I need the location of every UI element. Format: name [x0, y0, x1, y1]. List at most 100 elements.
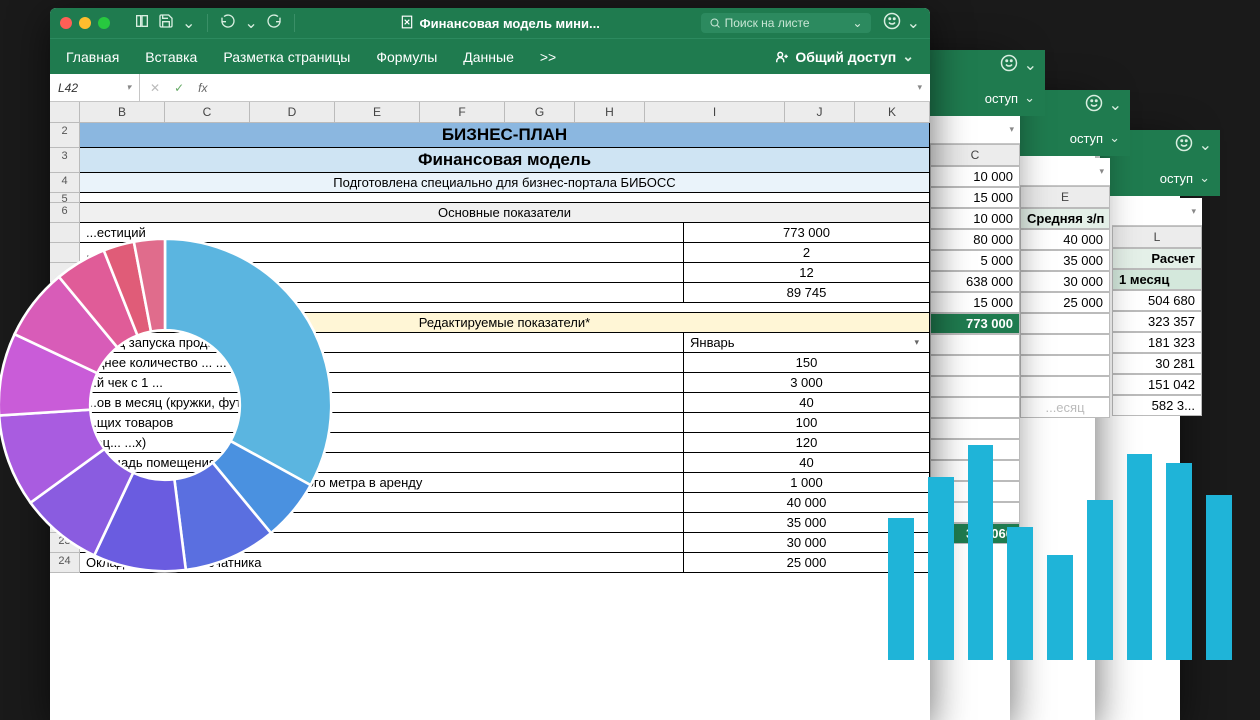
cell[interactable]: 5 000 [930, 250, 1020, 271]
cell[interactable]: 1 месяц [1112, 269, 1202, 290]
cell[interactable] [930, 355, 1020, 376]
column-header[interactable]: C [930, 144, 1020, 166]
cell[interactable]: 80 000 [930, 229, 1020, 250]
cell[interactable]: 504 680 [1112, 290, 1202, 311]
chevron-down-icon[interactable]: ⌄ [1199, 170, 1210, 186]
cell[interactable]: 15 000 [930, 187, 1020, 208]
column-header[interactable]: L [1112, 226, 1202, 248]
redo-icon[interactable] [266, 13, 282, 34]
column-header[interactable]: C [165, 102, 250, 122]
share-label[interactable]: оступ [1070, 131, 1103, 146]
chevron-down-icon[interactable]: ⌄ [853, 16, 863, 30]
bar [1206, 495, 1232, 660]
title-business-plan[interactable]: БИЗНЕС-ПЛАН [80, 123, 930, 148]
cell[interactable]: 582 3... [1112, 395, 1202, 416]
column-header[interactable]: E [335, 102, 420, 122]
fx-label[interactable]: fx [198, 81, 207, 95]
total-cell[interactable]: 773 000 [930, 313, 1020, 334]
cell[interactable]: 323 357 [1112, 311, 1202, 332]
smiley-icon[interactable] [1085, 94, 1103, 117]
chevron-down-icon[interactable]: ⌄ [1199, 135, 1212, 155]
close-button[interactable] [60, 17, 72, 29]
column-header[interactable]: H [575, 102, 645, 122]
undo-icon[interactable] [220, 13, 236, 34]
cell[interactable]: 30 281 [1112, 353, 1202, 374]
indicator-value[interactable]: 2 [684, 243, 930, 263]
cell[interactable]: 10 000 [930, 208, 1020, 229]
title-fin-model[interactable]: Финансовая модель [80, 148, 930, 173]
chevron-down-icon[interactable]: ⌄ [1109, 130, 1120, 146]
cell[interactable]: 10 000 [930, 166, 1020, 187]
cell[interactable]: 151 042 [1112, 374, 1202, 395]
titlebar: ⌄ ⌄ Финансовая модель мини... Поиск на л… [50, 8, 930, 38]
column-headers: BCDEFGHIJK [50, 102, 930, 123]
tab-home[interactable]: Главная [66, 49, 119, 65]
launch-month-dropdown[interactable]: Январь ▾ [684, 333, 930, 353]
cell[interactable]: ...есяц [1020, 397, 1110, 418]
column-header[interactable]: D [250, 102, 335, 122]
cell[interactable]: 25 000 [1020, 292, 1110, 313]
cell[interactable]: 181 323 [1112, 332, 1202, 353]
maximize-button[interactable] [98, 17, 110, 29]
column-header[interactable]: F [420, 102, 505, 122]
indicator-value[interactable]: 89 745 [684, 283, 930, 303]
chevron-down-icon[interactable]: ⌄ [1024, 90, 1035, 106]
tab-pagelayout[interactable]: Разметка страницы [223, 49, 350, 65]
param-value[interactable]: 40 [684, 393, 930, 413]
column-header[interactable]: I [645, 102, 785, 122]
save-icon[interactable] [158, 13, 174, 34]
chevron-down-icon[interactable]: ⌄ [1024, 55, 1037, 75]
share-label[interactable]: оступ [1160, 171, 1193, 186]
column-header[interactable]: J [785, 102, 855, 122]
smiley-icon[interactable] [883, 12, 901, 35]
chevron-down-icon[interactable]: ⌄ [182, 13, 195, 33]
tab-formulas[interactable]: Формулы [376, 49, 437, 65]
ribbon: Главная Вставка Разметка страницы Формул… [50, 38, 930, 74]
indicator-value[interactable]: 773 000 [684, 223, 930, 243]
cell[interactable]: Средняя з/п [1020, 208, 1110, 229]
home-icon[interactable] [134, 13, 150, 34]
param-value[interactable]: 3 000 [684, 373, 930, 393]
cell[interactable]: Расчет [1112, 248, 1202, 269]
cell[interactable]: 638 000 [930, 271, 1020, 292]
name-box[interactable]: L42 ▾ [50, 74, 140, 101]
chevron-down-icon[interactable]: ▾ [126, 82, 131, 93]
tab-insert[interactable]: Вставка [145, 49, 197, 65]
section-main-indicators[interactable]: Основные показатели [80, 203, 930, 223]
share-label[interactable]: оступ [985, 91, 1018, 106]
chevron-down-icon[interactable]: ⌄ [1109, 95, 1122, 115]
cell[interactable] [1020, 355, 1110, 376]
column-header[interactable]: G [505, 102, 575, 122]
chevron-down-icon[interactable]: ⌄ [244, 13, 257, 33]
column-header[interactable]: E [1020, 186, 1110, 208]
chevron-down-icon[interactable]: ▾ [914, 337, 923, 348]
smiley-icon[interactable] [1000, 54, 1018, 77]
tab-data[interactable]: Данные [463, 49, 514, 65]
tabs-more[interactable]: >> [540, 49, 556, 65]
cell[interactable] [1020, 334, 1110, 355]
cell[interactable] [1020, 313, 1110, 334]
subtitle[interactable]: Подготовлена специально для бизнес-порта… [80, 173, 930, 193]
cell[interactable] [930, 334, 1020, 355]
indicator-value[interactable]: 12 [684, 263, 930, 283]
smiley-icon[interactable] [1175, 134, 1193, 157]
chevron-down-icon[interactable]: ⌄ [907, 13, 920, 33]
search-input[interactable]: Поиск на листе ⌄ [701, 13, 871, 33]
cell[interactable]: 30 000 [1020, 271, 1110, 292]
cell[interactable] [1020, 376, 1110, 397]
enter-icon[interactable]: ✓ [174, 81, 184, 95]
param-value[interactable]: 150 [684, 353, 930, 373]
cell[interactable]: 40 000 [1020, 229, 1110, 250]
share-button[interactable]: Общий доступ ⌄ [775, 48, 914, 65]
bar [888, 518, 914, 660]
cell[interactable] [930, 376, 1020, 397]
column-header[interactable]: B [80, 102, 165, 122]
minimize-button[interactable] [79, 17, 91, 29]
cell[interactable] [930, 397, 1020, 418]
column-header[interactable]: K [855, 102, 930, 122]
cell[interactable]: 35 000 [1020, 250, 1110, 271]
formula-input[interactable] [217, 74, 917, 101]
chevron-down-icon[interactable]: ▾ [917, 82, 930, 93]
cell[interactable]: 15 000 [930, 292, 1020, 313]
cancel-icon[interactable]: ✕ [150, 81, 160, 95]
